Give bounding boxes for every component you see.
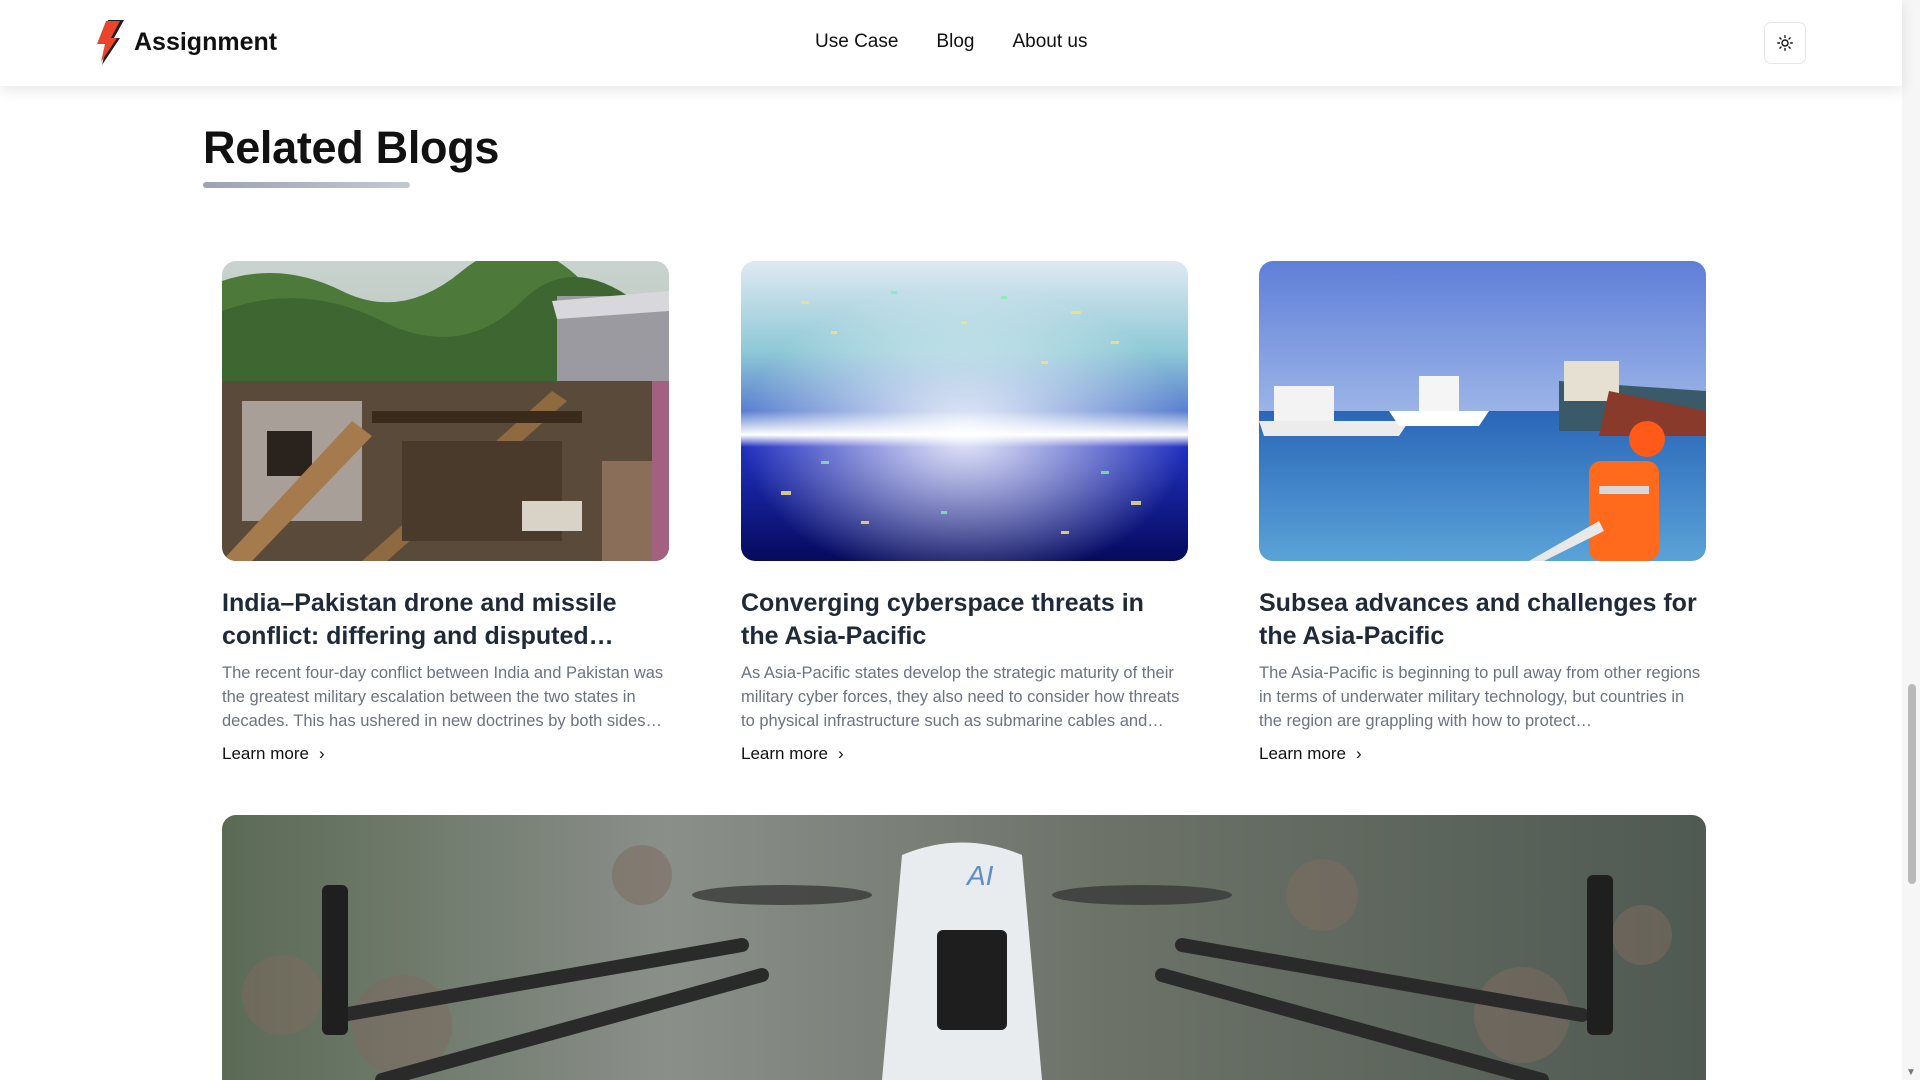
card-title[interactable]: Subsea advances and challenges for the A…: [1259, 587, 1706, 653]
card-image-cyberspace[interactable]: [741, 261, 1188, 561]
scrollbar-thumb[interactable]: [1908, 684, 1916, 884]
learn-more-label: Learn more: [222, 744, 309, 763]
learn-more-label: Learn more: [741, 744, 828, 763]
chevron-right-icon: ›: [318, 744, 325, 763]
nav-about-us[interactable]: About us: [1012, 31, 1087, 53]
card-description: As Asia-Pacific states develop the strat…: [741, 664, 1180, 730]
blog-card[interactable]: Converging cyberspace threats in the Asi…: [741, 261, 1188, 764]
card-image-destroyed-house[interactable]: [222, 261, 669, 561]
theme-toggle-button[interactable]: [1764, 22, 1806, 64]
card-title[interactable]: Converging cyberspace threats in the Asi…: [741, 587, 1188, 653]
main-nav: Use Case Blog About us: [815, 31, 1087, 53]
chevron-right-icon: ›: [837, 744, 844, 763]
svg-text:AI: AI: [965, 860, 994, 891]
learn-more-link[interactable]: Learn more ›: [741, 744, 844, 764]
card-image-sea-vessels[interactable]: [1259, 261, 1706, 561]
blog-card[interactable]: Subsea advances and challenges for the A…: [1259, 261, 1706, 764]
nav-use-case[interactable]: Use Case: [815, 31, 898, 53]
learn-more-label: Learn more: [1259, 744, 1346, 763]
blog-card[interactable]: India–Pakistan drone and missile conflic…: [222, 261, 669, 764]
logo[interactable]: Assignment: [94, 18, 277, 66]
learn-more-link[interactable]: Learn more ›: [1259, 744, 1362, 764]
site-header: Assignment Use Case Blog About us: [0, 0, 1902, 86]
chevron-right-icon: ›: [1355, 744, 1362, 763]
title-underline: [203, 182, 410, 188]
card-description: The recent four-day conflict between Ind…: [222, 664, 664, 730]
brand-name: Assignment: [134, 27, 278, 56]
featured-blog-image-drone[interactable]: AI: [222, 815, 1706, 1080]
card-title[interactable]: India–Pakistan drone and missile conflic…: [222, 587, 669, 653]
vertical-scrollbar[interactable]: ▼: [1902, 0, 1920, 1080]
sun-icon: [1777, 35, 1793, 51]
card-description: The Asia-Pacific is beginning to pull aw…: [1259, 664, 1701, 730]
nav-blog[interactable]: Blog: [936, 31, 974, 53]
learn-more-link[interactable]: Learn more ›: [222, 744, 325, 764]
section-title: Related Blogs: [203, 122, 500, 173]
lightning-logo-icon: [97, 20, 124, 65]
scroll-down-arrow-icon[interactable]: ▼: [1906, 1067, 1916, 1078]
